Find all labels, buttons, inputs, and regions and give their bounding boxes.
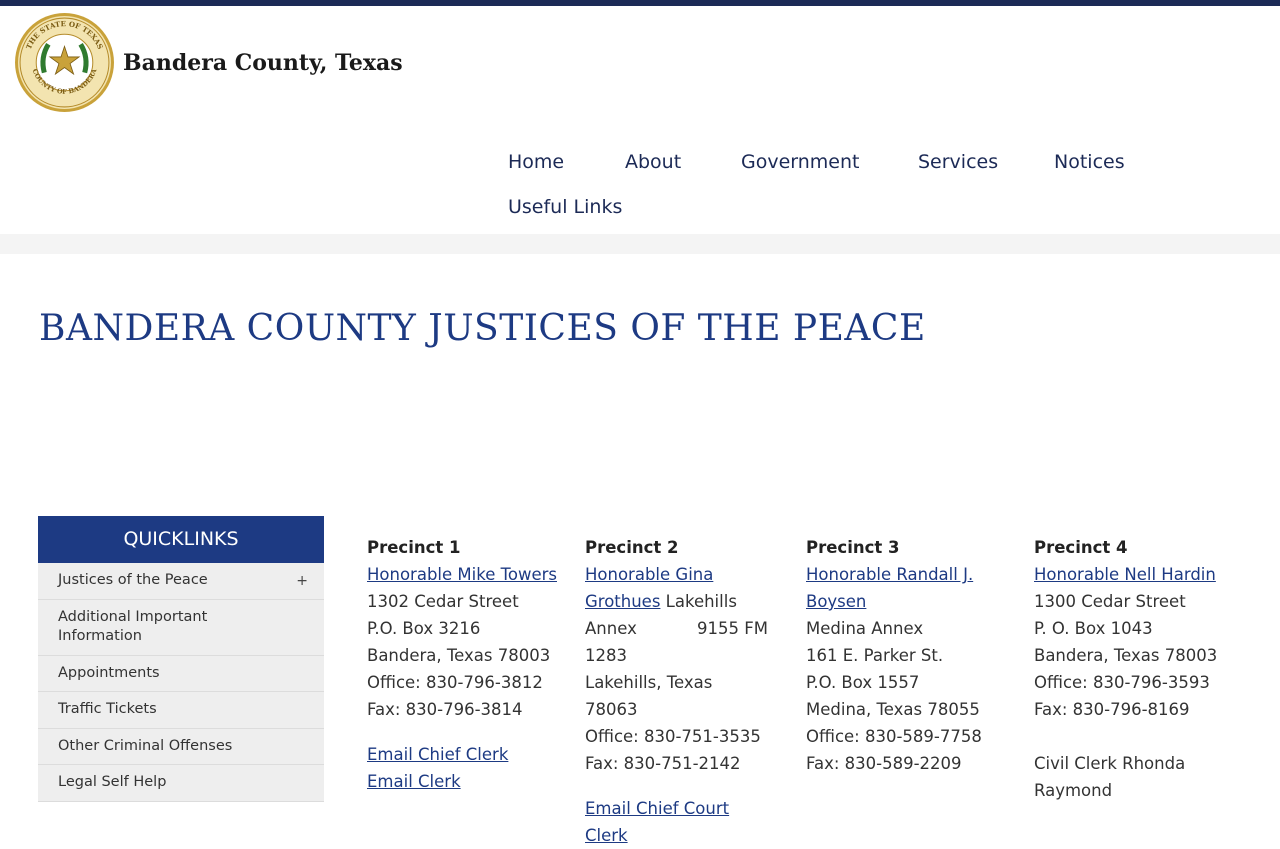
fax-line: Fax: 830-589-2209 [806, 754, 962, 773]
address-line: Bandera, Texas 78003 [1034, 646, 1218, 665]
address-line: 161 E. Parker St. [806, 646, 944, 665]
precinct-3-column: Precinct 3 Honorable Randall J. Boysen M… [806, 534, 1006, 777]
fax-line: Fax: 830-751-2142 [585, 754, 741, 773]
header-divider-band [0, 234, 1280, 254]
precinct-1-column: Precinct 1 Honorable Mike Towers 1302 Ce… [367, 534, 562, 795]
address-line: Medina Annex [806, 619, 924, 638]
quicklinks-heading: QUICKLINKS [38, 516, 324, 563]
address-line: Bandera, Texas 78003 [367, 646, 551, 665]
phone-line: Office: 830-751-3535 [585, 727, 761, 746]
quicklink-legal-self-help[interactable]: Legal Self Help [38, 765, 324, 802]
quicklink-appointments[interactable]: Appointments [38, 655, 324, 692]
precinct-2-column: Precinct 2 Honorable Gina Grothues Lakeh… [585, 534, 768, 849]
precinct-heading: Precinct 1 [367, 538, 461, 557]
fax-line: Fax: 830-796-3814 [367, 700, 523, 719]
quicklinks-list: Justices of the Peace + Additional Impor… [38, 563, 324, 802]
address-line: 1283 [585, 646, 627, 665]
address-line: 1300 Cedar Street [1034, 592, 1186, 611]
email-clerk-link[interactable]: Email Clerk [367, 772, 461, 791]
address-line: Lakehills, Texas 78063 [585, 673, 713, 719]
nav-home[interactable]: Home [508, 150, 564, 174]
phone-line: Office: 830-796-3812 [367, 673, 543, 692]
quicklink-label: Legal Self Help [58, 774, 167, 790]
quicklink-label: Additional Important Information [58, 608, 208, 645]
quicklink-label: Appointments [58, 664, 160, 681]
address-line: Lakehills [660, 592, 737, 611]
quicklink-label: Justices of the Peace [58, 572, 208, 588]
precinct-3-judge-link[interactable]: Honorable Randall J. [806, 565, 973, 584]
precinct-1-judge-link[interactable]: Honorable Mike Towers [367, 565, 557, 584]
quicklink-additional-important-information[interactable]: Additional Important Information [38, 599, 324, 656]
precinct-2-judge-link-continued[interactable]: Grothues [585, 592, 660, 611]
quicklink-justices-of-the-peace[interactable]: Justices of the Peace + [38, 563, 324, 600]
quicklinks-sidebar: QUICKLINKS Justices of the Peace + Addit… [38, 516, 324, 802]
address-line: 1302 Cedar Street [367, 592, 519, 611]
page-title: BANDERA COUNTY JUSTICES OF THE PEACE [39, 308, 926, 349]
address-line: P.O. Box 3216 [367, 619, 481, 638]
address-line: P.O. Box 1557 [806, 673, 920, 692]
fax-line: Fax: 830-796-8169 [1034, 700, 1190, 719]
email-chief-court-clerk-link[interactable]: Email Chief Court Clerk [585, 799, 729, 845]
precinct-heading: Precinct 2 [585, 538, 679, 557]
address-line: Annex [585, 619, 637, 638]
quicklink-label: Other Criminal Offenses [58, 737, 233, 754]
phone-line: Office: 830-589-7758 [806, 727, 982, 746]
nav-services[interactable]: Services [918, 150, 998, 174]
phone-line: Office: 830-796-3593 [1034, 673, 1210, 692]
quicklink-traffic-tickets[interactable]: Traffic Tickets [38, 692, 324, 729]
nav-government[interactable]: Government [741, 150, 860, 174]
precinct-heading: Precinct 3 [806, 538, 900, 557]
quicklink-label: Traffic Tickets [58, 701, 157, 717]
nav-about[interactable]: About [625, 150, 681, 174]
address-line: Medina, Texas 78055 [806, 700, 980, 719]
precinct-4-column: Precinct 4 Honorable Nell Hardin 1300 Ce… [1034, 534, 1234, 804]
precinct-4-judge-link[interactable]: Honorable Nell Hardin [1034, 565, 1216, 584]
precinct-heading: Precinct 4 [1034, 538, 1128, 557]
nav-notices[interactable]: Notices [1054, 150, 1125, 174]
top-accent-bar [0, 0, 1280, 6]
expand-plus-icon[interactable]: + [296, 572, 308, 592]
precinct-3-judge-link-continued[interactable]: Boysen [806, 592, 866, 611]
civil-clerk-line: Civil Clerk Rhonda [1034, 754, 1186, 773]
address-line: 9155 FM [697, 619, 768, 638]
precinct-2-judge-link[interactable]: Honorable Gina [585, 565, 713, 584]
county-seal-logo[interactable]: THE STATE OF TEXAS COUNTY OF BANDERA [14, 12, 115, 113]
site-title[interactable]: Bandera County, Texas [123, 50, 403, 76]
nav-useful-links[interactable]: Useful Links [508, 195, 622, 219]
quicklink-other-criminal-offenses[interactable]: Other Criminal Offenses [38, 728, 324, 765]
email-chief-clerk-link[interactable]: Email Chief Clerk [367, 745, 508, 764]
address-line: P. O. Box 1043 [1034, 619, 1153, 638]
